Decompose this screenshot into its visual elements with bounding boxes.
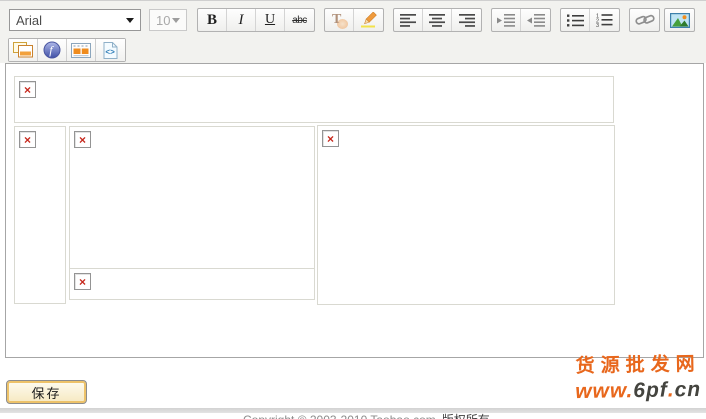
highlighter-pencil-icon <box>360 12 378 28</box>
svg-text:<>: <> <box>105 47 115 56</box>
broken-image-icon[interactable]: × <box>74 131 91 148</box>
layout-cell-middle[interactable]: × <box>69 126 315 269</box>
align-center-icon <box>429 14 445 27</box>
font-family-select[interactable]: Arial <box>9 9 141 31</box>
outdent-icon <box>527 14 545 27</box>
rich-text-editor-window: Arial 10 B I U abc <box>0 0 706 419</box>
broken-image-icon[interactable]: × <box>322 130 339 147</box>
align-right-icon <box>459 14 475 27</box>
indent-button[interactable] <box>492 9 521 31</box>
align-left-button[interactable] <box>394 9 423 31</box>
editor-body[interactable]: × × × × × <box>5 63 704 358</box>
editor-toolbar: Arial 10 B I U abc <box>0 0 706 63</box>
strikethrough-icon: abc <box>292 15 307 26</box>
underline-icon: U <box>265 12 275 28</box>
indent-group <box>491 8 551 32</box>
media-icon <box>71 43 91 58</box>
color-group: T <box>324 8 384 32</box>
highlight-button[interactable] <box>354 9 383 31</box>
bullet-list-button[interactable] <box>561 9 590 31</box>
toolbar-row-2: f <> <box>8 38 135 62</box>
layout-cell-banner[interactable]: × <box>14 76 614 123</box>
bullet-list-icon <box>567 14 584 27</box>
image-group <box>664 8 695 32</box>
align-left-icon <box>400 14 416 27</box>
broken-image-icon[interactable]: × <box>74 273 91 290</box>
image-manager-icon <box>13 42 33 58</box>
align-center-button[interactable] <box>423 9 452 31</box>
image-icon <box>670 13 690 28</box>
copyright-text: Copyright © 2003-2010 Taobao.com 版权所有 <box>243 411 490 419</box>
italic-icon: I <box>239 12 244 29</box>
caret-down-icon <box>126 18 134 23</box>
broken-image-icon[interactable]: × <box>19 131 36 148</box>
font-size-select[interactable]: 10 <box>149 9 187 31</box>
font-family-value: Arial <box>16 13 42 28</box>
caret-down-icon <box>172 18 180 23</box>
image-manager-button[interactable] <box>9 39 38 61</box>
indent-icon <box>497 14 515 27</box>
link-group <box>629 8 660 32</box>
link-button[interactable] <box>630 9 659 31</box>
source-code-icon: <> <box>103 42 118 59</box>
insert-image-button[interactable] <box>665 9 694 31</box>
copyright-en: Copyright © 2003-2010 Taobao.com <box>243 413 436 419</box>
bold-button[interactable]: B <box>198 9 227 31</box>
italic-button[interactable]: I <box>227 9 256 31</box>
strikethrough-button[interactable]: abc <box>285 9 314 31</box>
align-right-button[interactable] <box>452 9 481 31</box>
media-button[interactable] <box>67 39 96 61</box>
link-chain-icon <box>635 13 655 27</box>
layout-cell-left[interactable]: × <box>14 126 66 304</box>
layout-cell-right[interactable]: × <box>317 125 615 305</box>
numbered-list-button[interactable]: 1 2 3 <box>590 9 619 31</box>
text-color-icon: T <box>330 12 348 29</box>
alignment-group <box>393 8 482 32</box>
font-size-value: 10 <box>156 13 170 28</box>
media-group: f <> <box>8 38 126 62</box>
watermark-site-name: 货源批发网 <box>575 352 701 379</box>
text-color-button[interactable]: T <box>325 9 354 31</box>
list-group: 1 2 3 <box>560 8 620 32</box>
toolbar-row-1: Arial 10 B I U abc <box>9 8 704 32</box>
source-code-button[interactable]: <> <box>96 39 125 61</box>
broken-image-icon[interactable]: × <box>19 81 36 98</box>
site-watermark: 货源批发网 www.6pf.cn <box>575 352 702 405</box>
flash-button[interactable]: f <box>38 39 67 61</box>
bold-icon: B <box>207 12 217 29</box>
text-style-group: B I U abc <box>197 8 315 32</box>
save-button[interactable]: 保存 <box>6 380 87 404</box>
numbered-list-icon: 1 2 3 <box>596 13 613 27</box>
svg-text:3: 3 <box>596 23 599 27</box>
watermark-url: www.6pf.cn <box>575 377 701 405</box>
layout-cell-middle-bottom[interactable]: × <box>69 268 315 300</box>
outdent-button[interactable] <box>521 9 550 31</box>
flash-icon: f <box>43 41 61 59</box>
underline-button[interactable]: U <box>256 9 285 31</box>
copyright-zh: 版权所有 <box>442 413 490 419</box>
